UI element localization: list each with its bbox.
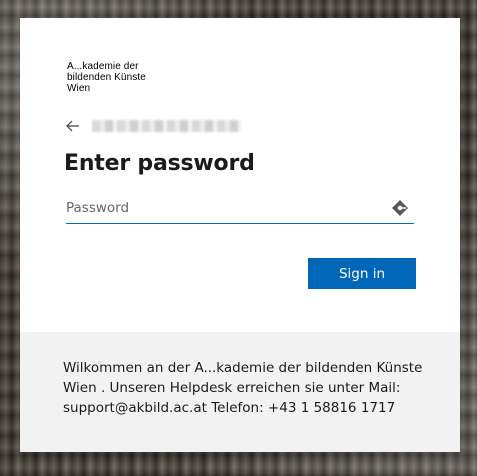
logo-line-2: bildenden Künste [67, 72, 146, 83]
sign-in-button[interactable]: Sign in [308, 258, 416, 289]
password-input[interactable] [66, 195, 376, 221]
arrow-left-icon[interactable] [65, 118, 81, 134]
page-title: Enter password [64, 151, 255, 176]
helpdesk-footer: Wilkommen an der A...kademie der bildend… [20, 332, 460, 452]
identity-row [65, 117, 241, 135]
helpdesk-text: Wilkommen an der A...kademie der bildend… [63, 360, 423, 416]
organization-logo: A...kademie der bildenden Künste Wien [67, 61, 146, 94]
logo-line-3: Wien [67, 83, 91, 94]
password-field-wrapper [66, 195, 414, 224]
account-identity-redacted [92, 120, 241, 132]
sign-in-main: A...kademie der bildenden Künste Wien En… [20, 18, 460, 332]
sign-in-card: A...kademie der bildenden Künste Wien En… [20, 18, 460, 452]
logo-line-1: A...kademie der [67, 61, 139, 72]
password-reveal-key-icon[interactable] [390, 198, 410, 218]
